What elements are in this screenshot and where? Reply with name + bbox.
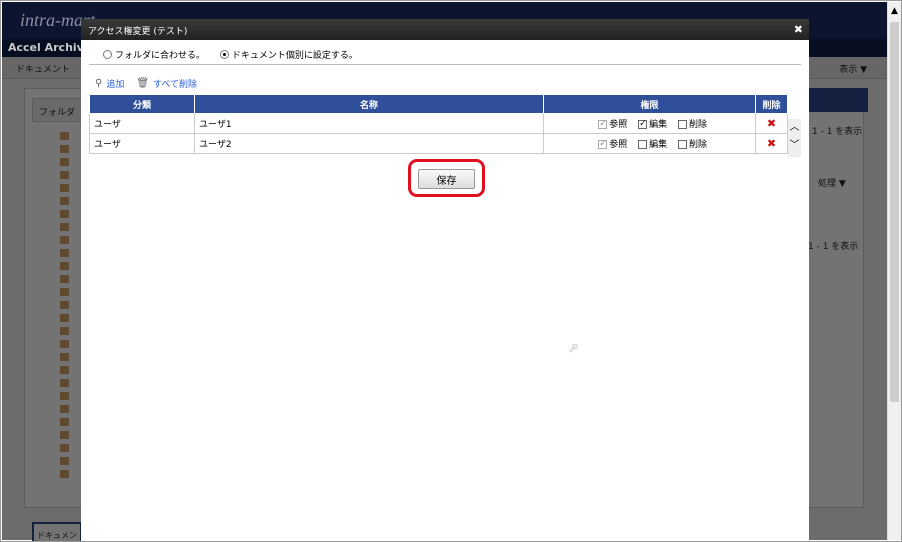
radio-button[interactable]	[219, 50, 229, 59]
reorder-arrows: ︿ ﹀	[788, 119, 801, 157]
perm-label: 削除	[688, 140, 707, 150]
remove-row-icon[interactable]: ✖	[755, 133, 788, 154]
folder-tree	[42, 130, 82, 481]
result-count: 1 - 1 を表示	[812, 127, 863, 137]
move-up-icon[interactable]: ︿	[788, 119, 801, 137]
dialog-titlebar: アクセス権変更 (テスト) ✖	[81, 19, 809, 40]
process-menu[interactable]: 処理 ▼	[818, 176, 846, 189]
move-down-icon[interactable]: ﹀	[788, 137, 801, 155]
perm-label: 削除	[688, 120, 707, 130]
page-scrollbar[interactable]: ▲	[887, 2, 901, 540]
access-rights-dialog: アクセス権変更 (テスト) ✖ フォルダに合わせる。 ドキュメント個別に設定する…	[81, 19, 809, 541]
radio-label: ドキュメント個別に設定する。	[231, 51, 358, 61]
cell-name: ユーザ1	[194, 113, 544, 134]
add-link[interactable]: 追加	[106, 77, 124, 90]
scroll-thumb[interactable]	[890, 22, 899, 402]
radio-match-folder[interactable]: フォルダに合わせる。	[103, 48, 205, 61]
table-row: ユーザ ユーザ1 ✓ 参照 ✓ 編集 削除 ✖	[89, 113, 788, 134]
radio-label: フォルダに合わせる。	[115, 51, 206, 61]
cell-permission: ✓ 参照 編集 削除	[543, 133, 756, 154]
scroll-up-icon[interactable]: ▲	[891, 6, 898, 16]
edit-checkbox[interactable]	[638, 140, 648, 149]
col-type: 分類	[89, 94, 195, 114]
delete-checkbox[interactable]	[677, 120, 687, 129]
result-count-bottom: 1 - 1 を表示	[808, 242, 859, 252]
delete-all-link[interactable]: すべて削除	[153, 77, 197, 90]
search-icon[interactable]: ⚲	[95, 78, 102, 89]
col-permission: 権限	[543, 94, 756, 114]
view-checkbox: ✓	[598, 119, 608, 129]
delete-checkbox[interactable]	[677, 140, 687, 149]
inherit-radio-group: フォルダに合わせる。 ドキュメント個別に設定する。	[89, 40, 801, 65]
mouse-cursor-icon: ➚	[568, 341, 579, 356]
cell-permission: ✓ 参照 ✓ 編集 削除	[543, 113, 756, 134]
dialog-title: アクセス権変更 (テスト)	[88, 27, 188, 37]
remove-row-icon[interactable]: ✖	[755, 113, 788, 134]
permissions-table: 分類 名称 権限 削除 ユーザ ユーザ1 ✓ 参照 ✓ 編集 削除 ✖ ユーザ ユー…	[89, 94, 788, 154]
perm-label: 参照	[609, 140, 628, 150]
radio-button[interactable]	[103, 50, 112, 59]
save-button[interactable]: 保存	[418, 169, 475, 189]
right-panel-header	[808, 88, 868, 112]
radio-individual[interactable]: ドキュメント個別に設定する。	[219, 48, 358, 61]
close-icon[interactable]: ✖	[794, 23, 803, 36]
cell-type: ユーザ	[89, 113, 195, 134]
trash-icon[interactable]: 🗑	[136, 78, 149, 89]
doc-button[interactable]: ドキュメント	[16, 65, 70, 75]
perm-label: 編集	[649, 140, 668, 150]
view-checkbox: ✓	[598, 139, 608, 149]
browser-window: intra-mart Accel Archiv ドキュメント 表示 ▼ フォルダ…	[0, 0, 902, 542]
table-header: 分類 名称 権限 削除	[89, 94, 788, 114]
col-delete: 削除	[755, 94, 788, 114]
col-name: 名称	[194, 94, 544, 114]
view-menu[interactable]: 表示 ▼	[839, 62, 867, 75]
perm-label: 参照	[609, 120, 628, 130]
document-tab[interactable]: ドキュメン	[32, 522, 82, 541]
perm-label: 編集	[649, 120, 668, 130]
table-row: ユーザ ユーザ2 ✓ 参照 編集 削除 ✖	[89, 133, 788, 154]
edit-checkbox[interactable]: ✓	[638, 120, 648, 129]
cell-type: ユーザ	[89, 133, 195, 154]
action-bar: ⚲ 追加 🗑 すべて削除	[81, 65, 809, 94]
save-highlight: 保存	[408, 159, 485, 197]
cell-name: ユーザ2	[194, 133, 544, 154]
